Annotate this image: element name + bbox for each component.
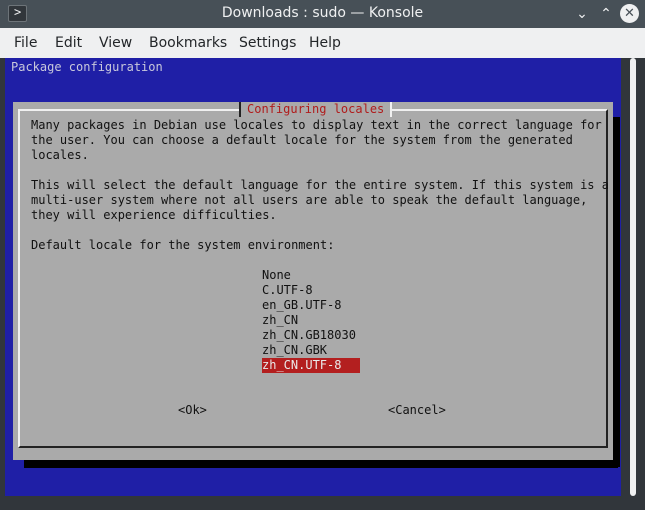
locale-option-zh-cn-gbk[interactable]: zh_CN.GBK: [262, 343, 327, 358]
locale-option-none[interactable]: None: [262, 268, 291, 283]
dialog-prompt: Default locale for the system environmen…: [31, 238, 335, 252]
menu-file[interactable]: File: [14, 35, 37, 51]
menubar: File Edit View Bookmarks Settings Help: [0, 28, 645, 58]
maximize-button[interactable]: ⌃: [596, 4, 616, 24]
locale-option-c-utf8[interactable]: C.UTF-8: [262, 283, 313, 298]
menu-bookmarks[interactable]: Bookmarks: [149, 35, 227, 51]
dialog-text-line: the user. You can choose a default local…: [31, 133, 573, 147]
terminal-bottom-margin: [5, 496, 635, 510]
dialog-text-line: Many packages in Debian use locales to d…: [31, 118, 602, 132]
minimize-button[interactable]: ⌄: [572, 4, 592, 24]
dialog-text-line: they will experience difficulties.: [31, 208, 277, 222]
locale-option-zh-cn-utf8-selected[interactable]: zh_CN.UTF-8: [262, 358, 360, 373]
cancel-button[interactable]: <Cancel>: [388, 403, 446, 418]
ok-button[interactable]: <Ok>: [178, 403, 207, 418]
dialog-text-line: locales.: [31, 148, 89, 162]
window-title: Downloads : sudo — Konsole: [221, 5, 424, 21]
locale-option-en-gb-utf8[interactable]: en_GB.UTF-8: [262, 298, 341, 313]
dialog-text-line: multi-user system where not all users ar…: [31, 193, 588, 207]
scrollbar-thumb[interactable]: [630, 58, 636, 496]
terminal-screen[interactable]: Package configuration Configuring locale…: [5, 58, 621, 496]
menu-settings[interactable]: Settings: [239, 35, 296, 51]
dialog-shadow-right: [613, 117, 620, 467]
locale-dialog: Configuring locales Many packages in Deb…: [13, 102, 613, 460]
dialog-title: Configuring locales: [239, 102, 393, 117]
terminal-area[interactable]: Package configuration Configuring locale…: [0, 58, 645, 510]
dialog-text-line: This will select the default language fo…: [31, 178, 609, 192]
locale-option-zh-cn-gb18030[interactable]: zh_CN.GB18030: [262, 328, 356, 343]
close-button[interactable]: ✕: [620, 4, 639, 23]
package-configuration-title: Package configuration: [11, 60, 163, 74]
menu-edit[interactable]: Edit: [55, 35, 82, 51]
dialog-shadow-bottom: [24, 460, 618, 468]
window-titlebar: > Downloads : sudo — Konsole ⌄ ⌃ ✕: [0, 0, 645, 28]
menu-view[interactable]: View: [99, 35, 132, 51]
menu-help[interactable]: Help: [309, 35, 341, 51]
dialog-frame: [18, 109, 608, 448]
locale-option-zh-cn[interactable]: zh_CN: [262, 313, 298, 328]
